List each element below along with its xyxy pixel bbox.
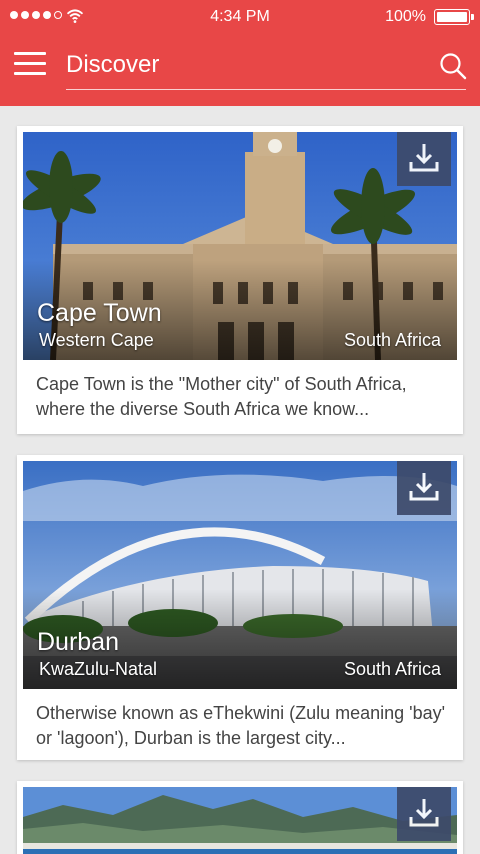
destination-image: Durban KwaZulu-Natal South Africa bbox=[23, 461, 457, 689]
destination-card[interactable]: Durban KwaZulu-Natal South Africa Otherw… bbox=[17, 455, 463, 760]
battery-icon bbox=[434, 9, 470, 25]
battery-percentage: 100% bbox=[385, 8, 426, 25]
country-name: South Africa bbox=[343, 330, 441, 350]
download-button[interactable] bbox=[397, 787, 451, 841]
app-header: 4:34 PM 100% Discover bbox=[0, 0, 480, 106]
search-icon[interactable] bbox=[438, 51, 468, 81]
city-name: Cape Town bbox=[37, 299, 162, 327]
country-name: South Africa bbox=[343, 659, 441, 679]
page-title: Discover bbox=[66, 51, 160, 78]
search-field[interactable]: Discover bbox=[66, 48, 466, 90]
destination-description: Otherwise known as eThekwini (Zulu meani… bbox=[36, 703, 446, 748]
destination-image: Cape Town Western Cape South Africa bbox=[23, 132, 457, 360]
download-button[interactable] bbox=[397, 461, 451, 515]
region-name: Western Cape bbox=[39, 330, 154, 350]
hamburger-menu-icon[interactable] bbox=[14, 52, 46, 80]
download-icon bbox=[409, 799, 439, 827]
destination-description: Cape Town is the "Mother city" of South … bbox=[36, 374, 407, 419]
download-icon bbox=[409, 473, 439, 501]
destination-card[interactable]: Cape Town Western Cape South Africa Cape… bbox=[17, 126, 463, 434]
destination-card[interactable] bbox=[17, 781, 463, 854]
download-button[interactable] bbox=[397, 132, 451, 186]
city-name: Durban bbox=[37, 628, 119, 656]
destination-image bbox=[23, 787, 457, 854]
mountain-coast-photo bbox=[23, 787, 457, 854]
download-icon bbox=[409, 144, 439, 172]
region-name: KwaZulu-Natal bbox=[39, 659, 158, 679]
status-bar: 4:34 PM 100% bbox=[0, 0, 480, 34]
